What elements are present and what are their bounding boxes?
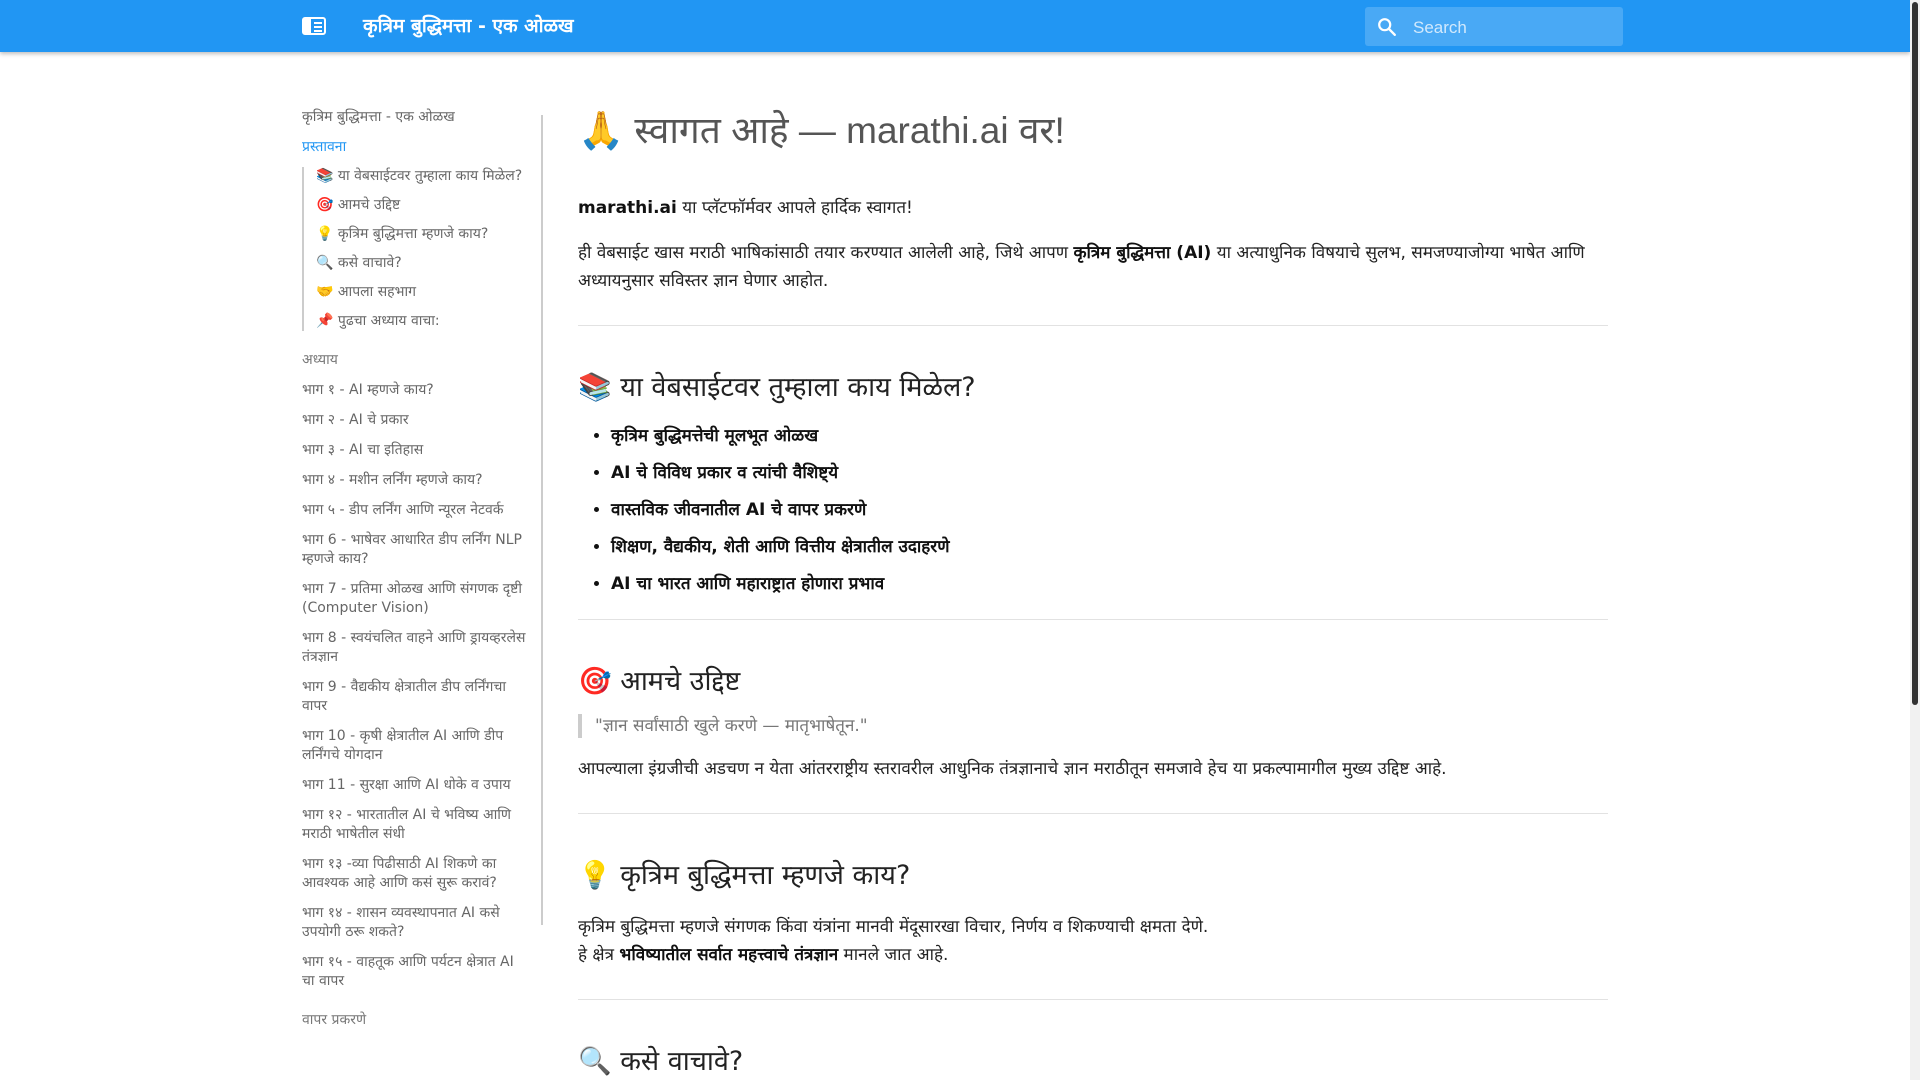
- section-heading-how-to-read: 🔍 कसे वाचावे?: [578, 1046, 744, 1077]
- definition-line-2: हे क्षेत्र भविष्यातील सर्वात महत्त्वाचे …: [578, 941, 1608, 969]
- intro-highlight: कृत्रिम बुद्धिमत्ता (AI): [1073, 243, 1212, 263]
- toc-item[interactable]: 💡 कृत्रिम बुद्धिमत्ता म्हणजे काय?: [316, 225, 542, 244]
- section-heading-goal: 🎯 आमचे उद्दिष्ट: [578, 666, 741, 697]
- list-item: कृत्रिम बुद्धिमत्तेची मूलभूत ओळख: [611, 422, 1608, 450]
- welcome-text: या प्लॅटफॉर्मवर आपले हार्दिक स्वागत!: [676, 198, 913, 218]
- list-item: वास्तविक जीवनातील AI चे वापर प्रकरणे: [611, 496, 1608, 524]
- sidebar-chapter-link[interactable]: भाग १४ - शासन व्यवस्थापनात AI कसे उपयोगी…: [302, 904, 528, 942]
- welcome-paragraph: marathi.ai या प्लॅटफॉर्मवर आपले हार्दिक …: [578, 194, 1608, 222]
- sidebar-chapter-link[interactable]: भाग १३ -व्या पिढीसाठी AI शिकणे का आवश्यक…: [302, 855, 528, 893]
- sidebar-item-active-page[interactable]: प्रस्तावना: [302, 138, 528, 157]
- sidebar-chapter-link[interactable]: भाग 6 - भाषेवर आधारित डीप लर्निंग NLP म्…: [302, 531, 528, 569]
- brand-name: marathi.ai: [578, 198, 677, 218]
- sidebar-home-link[interactable]: कृत्रिम बुद्धिमत्ता - एक ओळख: [302, 108, 528, 127]
- section-divider: [578, 325, 1608, 326]
- sidebar-chapter-link[interactable]: भाग ५ - डीप लर्निंग आणि न्यूरल नेटवर्क: [302, 501, 528, 520]
- search-icon[interactable]: [1376, 16, 1398, 38]
- definition-text-start: हे क्षेत्र: [578, 945, 620, 965]
- sidebar-chapter-link[interactable]: भाग १२ - भारतातील AI चे भविष्य आणि मराठी…: [302, 806, 528, 844]
- definition-text-end: मानले जात आहे.: [838, 945, 949, 965]
- sidebar-section-chapters: अध्याय: [302, 352, 338, 368]
- sidebar-chapter-link[interactable]: भाग 8 - स्वयंचलित वाहने आणि ड्रायव्हरलेस…: [302, 629, 528, 667]
- goal-paragraph: आपल्याला इंग्रजीची अडचण न येता आंतरराष्ट…: [578, 759, 1447, 779]
- sidebar-chapter-link[interactable]: भाग २ - AI चे प्रकार: [302, 411, 528, 430]
- top-header-bar: कृत्रिम बुद्धिमत्ता - एक ओळख: [0, 0, 1910, 52]
- toc-item[interactable]: 🔍 कसे वाचावे?: [316, 254, 542, 273]
- toc-item[interactable]: 🤝 आपला सहभाग: [316, 283, 542, 302]
- toc-item[interactable]: 📌 पुढचा अध्याय वाचा:: [316, 312, 542, 331]
- goal-quote: "ज्ञान सर्वांसाठी खुले करणे — मातृभाषेतू…: [578, 714, 1608, 738]
- feature-list: कृत्रिम बुद्धिमत्तेची मूलभूत ओळख AI चे व…: [578, 422, 1608, 598]
- list-item: AI चे विविध प्रकार व त्यांची वैशिष्ट्ये: [611, 459, 1608, 487]
- section-heading-features: 📚 या वेबसाईटवर तुम्हाला काय मिळेल?: [578, 372, 976, 403]
- section-heading-definition: 💡 कृत्रिम बुद्धिमत्ता म्हणजे काय?: [578, 860, 911, 891]
- sidebar-chapter-link[interactable]: भाग 7 - प्रतिमा ओळख आणि संगणक दृष्टी (Co…: [302, 580, 528, 618]
- sidebar-toggle-icon[interactable]: [300, 14, 330, 38]
- search-input[interactable]: [1411, 13, 1615, 42]
- sidebar-section-use-cases: वापर प्रकरणे: [302, 1012, 367, 1028]
- sidebar-chapter-link[interactable]: भाग 11 - सुरक्षा आणि AI धोके व उपाय: [302, 776, 528, 795]
- sidebar-chapter-link[interactable]: भाग ४ - मशीन लर्निंग म्हणजे काय?: [302, 471, 528, 490]
- sidebar-chapter-link[interactable]: भाग ३ - AI चा इतिहास: [302, 441, 528, 460]
- toc-item[interactable]: 📚 या वेबसाईटवर तुम्हाला काय मिळेल?: [316, 167, 542, 186]
- intro-paragraph: ही वेबसाईट खास मराठी भाषिकांसाठी तयार कर…: [578, 239, 1608, 295]
- definition-line-1: कृत्रिम बुद्धिमत्ता म्हणजे संगणक किंवा य…: [578, 917, 1209, 937]
- chapter-list: भाग १ - AI म्हणजे काय? भाग २ - AI चे प्र…: [302, 381, 542, 991]
- search-box[interactable]: [1365, 7, 1623, 46]
- sidebar-nav: कृत्रिम बुद्धिमत्ता - एक ओळख प्रस्तावना …: [302, 108, 542, 1080]
- toc-item[interactable]: 🎯 आमचे उद्दिष्ट: [316, 196, 542, 215]
- intro-text-start: ही वेबसाईट खास मराठी भाषिकांसाठी तयार कर…: [578, 243, 1074, 263]
- main-content: 🙏 स्वागत आहे — marathi.ai वर! marathi.ai…: [578, 105, 1608, 1082]
- site-title[interactable]: कृत्रिम बुद्धिमत्ता - एक ओळख: [363, 12, 574, 40]
- sidebar-chapter-link[interactable]: भाग १५ - वाहतूक आणि पर्यटन क्षेत्रात AI …: [302, 953, 528, 991]
- page-scrollbar-thumb[interactable]: [1912, 2, 1918, 705]
- sidebar-chapter-link[interactable]: भाग 10 - कृषी क्षेत्रातील AI आणि डीप लर्…: [302, 727, 528, 765]
- sidebar-chapter-link[interactable]: भाग 9 - वैद्यकीय क्षेत्रातील डीप लर्निंग…: [302, 678, 528, 716]
- page-title: 🙏 स्वागत आहे — marathi.ai वर!: [578, 110, 1065, 151]
- list-item: AI चा भारत आणि महाराष्ट्रात होणारा प्रभा…: [611, 570, 1608, 598]
- list-item: शिक्षण, वैद्यकीय, शेती आणि वित्तीय क्षेत…: [611, 533, 1608, 561]
- section-divider: [578, 999, 1608, 1000]
- sidebar-chapter-link[interactable]: भाग १ - AI म्हणजे काय?: [302, 381, 528, 400]
- section-divider: [578, 813, 1608, 814]
- section-divider: [578, 619, 1608, 620]
- definition-highlight: भविष्यातील सर्वात महत्त्वाचे तंत्रज्ञान: [619, 945, 839, 965]
- page-toc: 📚 या वेबसाईटवर तुम्हाला काय मिळेल? 🎯 आमच…: [302, 167, 542, 331]
